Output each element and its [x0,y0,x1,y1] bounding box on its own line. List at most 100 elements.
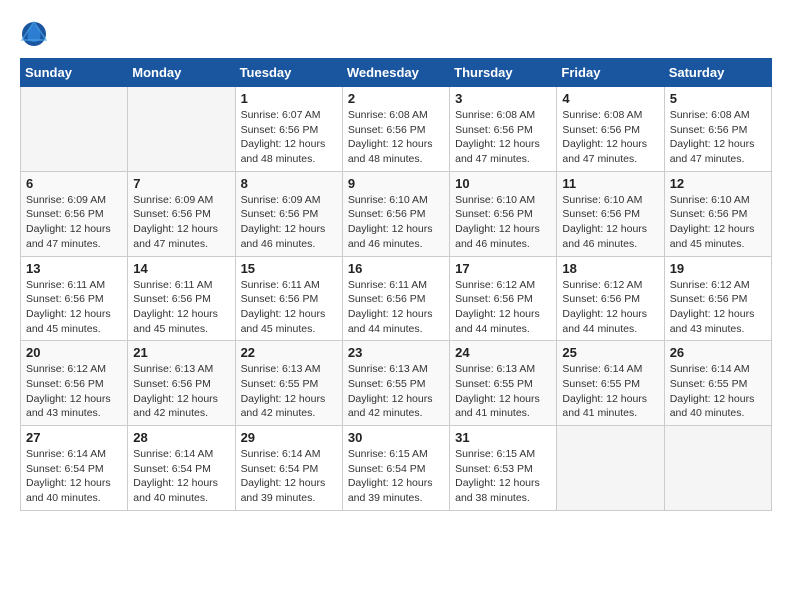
day-info: Sunrise: 6:10 AMSunset: 6:56 PMDaylight:… [562,193,658,252]
day-number: 26 [670,345,766,360]
calendar-cell: 13 Sunrise: 6:11 AMSunset: 6:56 PMDayligh… [21,256,128,341]
day-number: 18 [562,261,658,276]
day-number: 27 [26,430,122,445]
day-number: 31 [455,430,551,445]
day-info: Sunrise: 6:08 AMSunset: 6:56 PMDaylight:… [348,108,444,167]
calendar-cell: 30 Sunrise: 6:15 AMSunset: 6:54 PMDayligh… [342,426,449,511]
calendar-table: SundayMondayTuesdayWednesdayThursdayFrid… [20,58,772,511]
day-info: Sunrise: 6:07 AMSunset: 6:56 PMDaylight:… [241,108,337,167]
day-number: 13 [26,261,122,276]
day-info: Sunrise: 6:12 AMSunset: 6:56 PMDaylight:… [455,278,551,337]
day-info: Sunrise: 6:14 AMSunset: 6:55 PMDaylight:… [562,362,658,421]
day-number: 25 [562,345,658,360]
calendar-header-thursday: Thursday [450,59,557,87]
calendar-cell: 17 Sunrise: 6:12 AMSunset: 6:56 PMDayligh… [450,256,557,341]
calendar-header-monday: Monday [128,59,235,87]
calendar-cell: 10 Sunrise: 6:10 AMSunset: 6:56 PMDayligh… [450,171,557,256]
logo-icon [20,20,48,48]
day-number: 5 [670,91,766,106]
day-number: 11 [562,176,658,191]
day-number: 21 [133,345,229,360]
calendar-cell: 6 Sunrise: 6:09 AMSunset: 6:56 PMDaylight… [21,171,128,256]
day-number: 30 [348,430,444,445]
day-number: 1 [241,91,337,106]
day-info: Sunrise: 6:10 AMSunset: 6:56 PMDaylight:… [348,193,444,252]
day-info: Sunrise: 6:14 AMSunset: 6:54 PMDaylight:… [26,447,122,506]
logo [20,20,52,48]
calendar-cell: 9 Sunrise: 6:10 AMSunset: 6:56 PMDaylight… [342,171,449,256]
calendar-cell: 11 Sunrise: 6:10 AMSunset: 6:56 PMDayligh… [557,171,664,256]
calendar-cell: 29Sunrise: 6:14 AMSunset: 6:54 PMDayligh… [235,426,342,511]
day-info: Sunrise: 6:12 AMSunset: 6:56 PMDaylight:… [562,278,658,337]
day-number: 9 [348,176,444,191]
calendar-cell: 26 Sunrise: 6:14 AMSunset: 6:55 PMDayligh… [664,341,771,426]
calendar-cell: 1 Sunrise: 6:07 AMSunset: 6:56 PMDaylight… [235,87,342,172]
calendar-cell [128,87,235,172]
day-info: Sunrise: 6:14 AMSunset: 6:54 PMDaylight:… [241,447,337,506]
day-number: 7 [133,176,229,191]
day-info: Sunrise: 6:11 AMSunset: 6:56 PMDaylight:… [26,278,122,337]
calendar-cell: 23 Sunrise: 6:13 AMSunset: 6:55 PMDayligh… [342,341,449,426]
day-number: 23 [348,345,444,360]
calendar-header-friday: Friday [557,59,664,87]
day-info: Sunrise: 6:11 AMSunset: 6:56 PMDaylight:… [133,278,229,337]
calendar-header-saturday: Saturday [664,59,771,87]
day-number: 3 [455,91,551,106]
calendar-cell: 21 Sunrise: 6:13 AMSunset: 6:56 PMDayligh… [128,341,235,426]
day-number: 17 [455,261,551,276]
day-info: Sunrise: 6:08 AMSunset: 6:56 PMDaylight:… [455,108,551,167]
calendar-cell [557,426,664,511]
calendar-cell: 28 Sunrise: 6:14 AMSunset: 6:54 PMDayligh… [128,426,235,511]
calendar-cell: 15Sunrise: 6:11 AMSunset: 6:56 PMDayligh… [235,256,342,341]
calendar-cell [21,87,128,172]
calendar-week-row: 13 Sunrise: 6:11 AMSunset: 6:56 PMDayligh… [21,256,772,341]
calendar-cell: 3 Sunrise: 6:08 AMSunset: 6:56 PMDaylight… [450,87,557,172]
calendar-cell: 27 Sunrise: 6:14 AMSunset: 6:54 PMDayligh… [21,426,128,511]
calendar-cell: 5Sunrise: 6:08 AMSunset: 6:56 PMDaylight… [664,87,771,172]
calendar-cell: 12 Sunrise: 6:10 AMSunset: 6:56 PMDayligh… [664,171,771,256]
day-number: 12 [670,176,766,191]
day-number: 28 [133,430,229,445]
day-info: Sunrise: 6:10 AMSunset: 6:56 PMDaylight:… [670,193,766,252]
day-info: Sunrise: 6:09 AMSunset: 6:56 PMDaylight:… [241,193,337,252]
day-number: 19 [670,261,766,276]
day-info: Sunrise: 6:12 AMSunset: 6:56 PMDaylight:… [26,362,122,421]
calendar-cell: 20Sunrise: 6:12 AMSunset: 6:56 PMDayligh… [21,341,128,426]
day-info: Sunrise: 6:13 AMSunset: 6:55 PMDaylight:… [241,362,337,421]
day-number: 4 [562,91,658,106]
page-header [20,20,772,48]
calendar-cell: 18 Sunrise: 6:12 AMSunset: 6:56 PMDayligh… [557,256,664,341]
day-info: Sunrise: 6:09 AMSunset: 6:56 PMDaylight:… [133,193,229,252]
day-info: Sunrise: 6:11 AMSunset: 6:56 PMDaylight:… [348,278,444,337]
day-info: Sunrise: 6:15 AMSunset: 6:53 PMDaylight:… [455,447,551,506]
day-info: Sunrise: 6:15 AMSunset: 6:54 PMDaylight:… [348,447,444,506]
day-number: 6 [26,176,122,191]
calendar-cell: 25 Sunrise: 6:14 AMSunset: 6:55 PMDayligh… [557,341,664,426]
calendar-cell: 2 Sunrise: 6:08 AMSunset: 6:56 PMDaylight… [342,87,449,172]
calendar-cell: 8Sunrise: 6:09 AMSunset: 6:56 PMDaylight… [235,171,342,256]
day-info: Sunrise: 6:10 AMSunset: 6:56 PMDaylight:… [455,193,551,252]
calendar-header-sunday: Sunday [21,59,128,87]
calendar-cell: 31 Sunrise: 6:15 AMSunset: 6:53 PMDayligh… [450,426,557,511]
day-info: Sunrise: 6:13 AMSunset: 6:55 PMDaylight:… [455,362,551,421]
day-number: 2 [348,91,444,106]
calendar-cell: 4Sunrise: 6:08 AMSunset: 6:56 PMDaylight… [557,87,664,172]
day-number: 10 [455,176,551,191]
calendar-cell [664,426,771,511]
calendar-week-row: 6 Sunrise: 6:09 AMSunset: 6:56 PMDaylight… [21,171,772,256]
day-info: Sunrise: 6:13 AMSunset: 6:56 PMDaylight:… [133,362,229,421]
calendar-cell: 16 Sunrise: 6:11 AMSunset: 6:56 PMDayligh… [342,256,449,341]
day-number: 16 [348,261,444,276]
day-number: 22 [241,345,337,360]
day-number: 24 [455,345,551,360]
day-info: Sunrise: 6:14 AMSunset: 6:54 PMDaylight:… [133,447,229,506]
day-number: 14 [133,261,229,276]
calendar-cell: 7 Sunrise: 6:09 AMSunset: 6:56 PMDaylight… [128,171,235,256]
day-info: Sunrise: 6:13 AMSunset: 6:55 PMDaylight:… [348,362,444,421]
calendar-cell: 19Sunrise: 6:12 AMSunset: 6:56 PMDayligh… [664,256,771,341]
day-info: Sunrise: 6:09 AMSunset: 6:56 PMDaylight:… [26,193,122,252]
calendar-header-row: SundayMondayTuesdayWednesdayThursdayFrid… [21,59,772,87]
calendar-header-wednesday: Wednesday [342,59,449,87]
day-info: Sunrise: 6:14 AMSunset: 6:55 PMDaylight:… [670,362,766,421]
calendar-cell: 14 Sunrise: 6:11 AMSunset: 6:56 PMDayligh… [128,256,235,341]
